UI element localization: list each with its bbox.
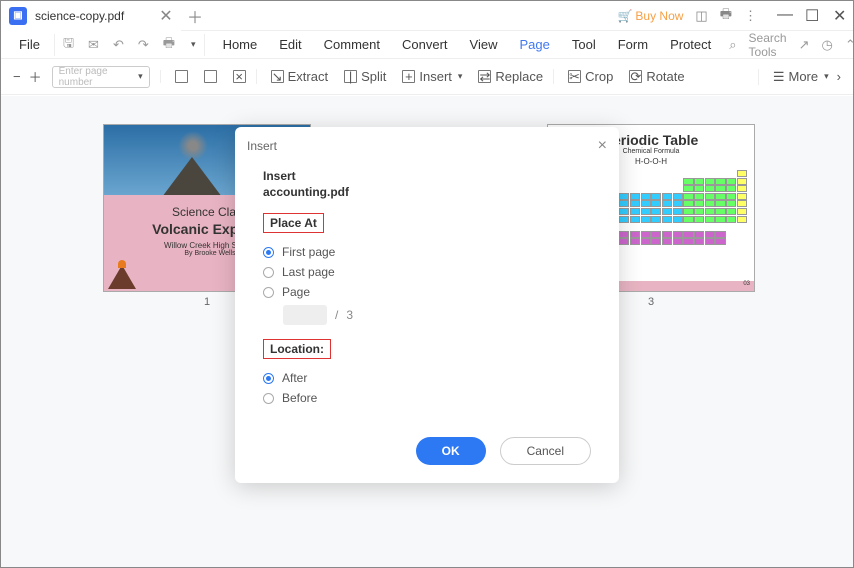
overflow-arrow-icon[interactable]: › — [837, 69, 841, 84]
kebab-menu-icon[interactable]: ⋮ — [744, 8, 757, 24]
minimize-icon[interactable]: — — [777, 6, 789, 26]
more-caret-icon: ▾ — [824, 71, 829, 82]
page-number-field[interactable] — [283, 305, 327, 325]
crop-button[interactable]: ✂Crop — [568, 69, 613, 84]
cancel-button[interactable]: Cancel — [500, 437, 591, 465]
ok-button[interactable]: OK — [416, 437, 486, 465]
replace-button[interactable]: ⇄Replace — [478, 69, 543, 84]
menu-view[interactable]: View — [470, 37, 498, 52]
total-pages: 3 — [346, 308, 353, 322]
single-page-icon[interactable] — [175, 70, 188, 83]
insert-filename: accounting.pdf — [263, 185, 591, 199]
sync-icon[interactable]: ◷ — [821, 37, 832, 53]
collapse-icon[interactable]: ⌃ — [845, 37, 854, 53]
menu-protect[interactable]: Protect — [670, 37, 711, 52]
redo-icon[interactable]: ↷ — [138, 37, 149, 53]
close-window-icon[interactable]: ✕ — [833, 6, 845, 26]
dialog-close-icon[interactable]: × — [598, 137, 607, 155]
quick-access: 🖫 ✉ ↶ ↷ 🖶 ▾ — [54, 34, 205, 56]
menu-edit[interactable]: Edit — [279, 37, 301, 52]
search-icon[interactable]: ⌕ — [729, 37, 736, 53]
option-first-page[interactable]: First page — [263, 245, 591, 259]
insert-dialog: Insert × Insert accounting.pdf Place At … — [235, 127, 619, 483]
save-icon[interactable]: 🖫 — [63, 34, 74, 56]
insert-label: Insert — [263, 169, 591, 183]
zoom-out-icon[interactable]: − — [13, 69, 21, 84]
radio-before[interactable] — [263, 393, 274, 404]
undo-icon[interactable]: ↶ — [113, 37, 124, 53]
radio-first-page[interactable] — [263, 247, 274, 258]
option-before[interactable]: Before — [263, 391, 591, 405]
main-menus: Home Edit Comment Convert View Page Tool… — [205, 37, 730, 52]
titlebar-right: 🛒 Buy Now ◫ 🖶 ⋮ — ☐ ✕ — [617, 5, 853, 27]
page-number-group: / 3 — [283, 305, 591, 325]
new-tab-button[interactable]: ＋ — [181, 4, 209, 28]
page-number-input[interactable]: Enter page number▾ — [52, 66, 150, 88]
qa-caret-icon[interactable]: ▾ — [191, 39, 196, 50]
print-icon[interactable]: 🖶 — [163, 34, 175, 56]
menu-comment[interactable]: Comment — [324, 37, 380, 52]
split-button[interactable]: |Split — [344, 69, 386, 84]
dialog-footer: OK Cancel — [235, 437, 619, 483]
menu-convert[interactable]: Convert — [402, 37, 448, 52]
radio-page[interactable] — [263, 287, 274, 298]
page-caret-icon: ▾ — [138, 71, 143, 82]
page-edit-group: × — [160, 70, 246, 83]
menu-form[interactable]: Form — [618, 37, 648, 52]
search-tools-input[interactable]: Search Tools — [749, 31, 787, 59]
window-controls: — ☐ ✕ — [777, 6, 845, 26]
option-page[interactable]: Page — [263, 285, 591, 299]
insert-button[interactable]: +Insert▾ — [402, 69, 462, 84]
option-after[interactable]: After — [263, 371, 591, 385]
radio-after[interactable] — [263, 373, 274, 384]
delete-page-icon[interactable]: × — [233, 70, 246, 83]
radio-last-page[interactable] — [263, 267, 274, 278]
share-icon[interactable]: ◫ — [695, 8, 707, 24]
menubar: File 🖫 ✉ ↶ ↷ 🖶 ▾ Home Edit Comment Conve… — [1, 31, 853, 59]
location-heading: Location: — [263, 339, 331, 359]
rotate-button[interactable]: ⟳Rotate — [629, 69, 684, 84]
tab-title: science-copy.pdf — [35, 9, 151, 23]
menubar-right: ⌕ Search Tools ↗ ◷ ⌃ — [729, 31, 854, 59]
zoom-controls: − ＋ — [13, 67, 42, 86]
toolbar: − ＋ Enter page number▾ × ↘Extract |Split… — [1, 59, 853, 95]
print-icon[interactable]: 🖶 — [720, 5, 732, 27]
more-button[interactable]: ☰ More▾ — [773, 69, 829, 85]
app-icon: ▣ — [9, 7, 27, 25]
external-icon[interactable]: ↗ — [799, 37, 810, 53]
menu-tool[interactable]: Tool — [572, 37, 596, 52]
tab-close-icon[interactable]: ✕ — [159, 9, 173, 23]
option-last-page[interactable]: Last page — [263, 265, 591, 279]
titlebar: ▣ science-copy.pdf ✕ ＋ 🛒 Buy Now ◫ 🖶 ⋮ —… — [1, 1, 853, 31]
zoom-in-icon[interactable]: ＋ — [29, 67, 42, 86]
menu-home[interactable]: Home — [223, 37, 258, 52]
two-page-icon[interactable] — [204, 70, 217, 83]
insert-caret-icon: ▾ — [458, 71, 463, 82]
file-menu[interactable]: File — [5, 37, 54, 52]
extract-button[interactable]: ↘Extract — [271, 69, 328, 84]
maximize-icon[interactable]: ☐ — [805, 6, 817, 26]
menu-page[interactable]: Page — [520, 37, 550, 52]
dialog-header: Insert × — [235, 127, 619, 165]
buy-now-button[interactable]: 🛒 Buy Now — [617, 9, 683, 23]
document-tab[interactable]: ▣ science-copy.pdf ✕ — [1, 1, 181, 31]
dialog-title: Insert — [247, 139, 277, 153]
mail-icon[interactable]: ✉ — [88, 37, 99, 53]
placeat-heading: Place At — [263, 213, 324, 233]
